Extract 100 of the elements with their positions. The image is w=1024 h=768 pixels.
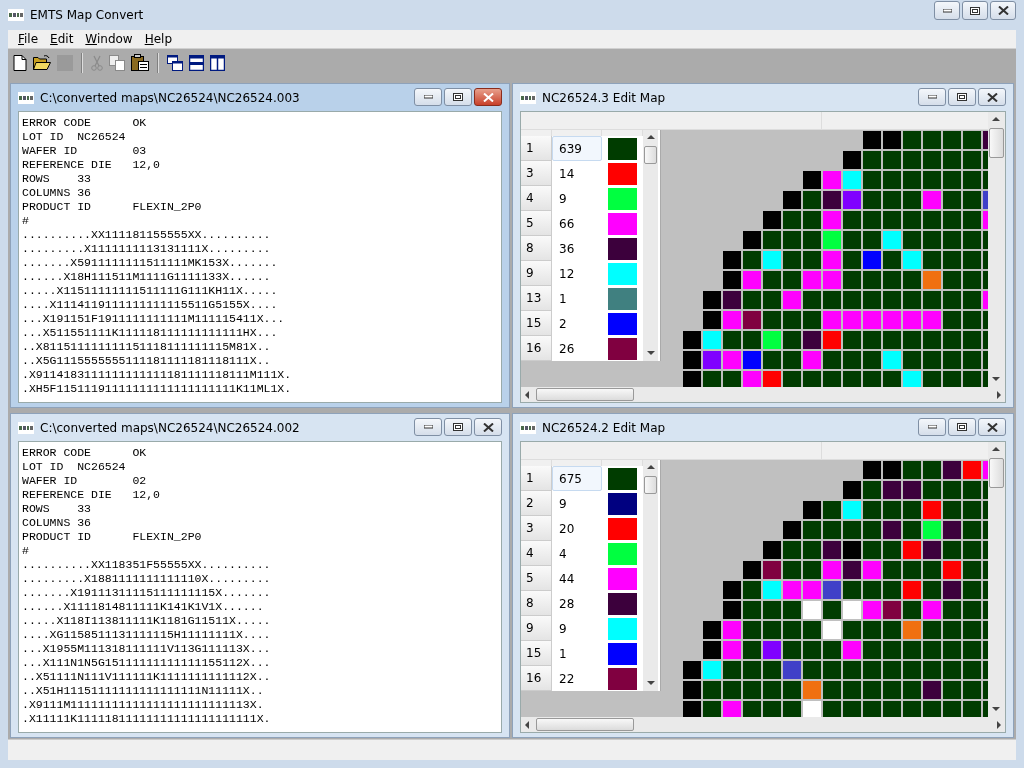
die-cell[interactable]: [963, 131, 981, 149]
close-button[interactable]: [474, 88, 502, 106]
die-cell[interactable]: [903, 211, 921, 229]
die-cell[interactable]: [963, 481, 981, 499]
die-cell[interactable]: [823, 191, 841, 209]
die-cell[interactable]: [863, 641, 881, 659]
die-cell[interactable]: [823, 621, 841, 639]
tile-horizontal-icon[interactable]: [189, 54, 204, 71]
die-cell[interactable]: [883, 681, 901, 699]
die-cell[interactable]: [763, 681, 781, 699]
die-cell[interactable]: [923, 291, 941, 309]
vertical-scrollbar[interactable]: [643, 460, 658, 691]
die-cell[interactable]: [943, 331, 961, 349]
die-cell[interactable]: [963, 251, 981, 269]
die-cell[interactable]: [843, 311, 861, 329]
die-cell[interactable]: [843, 171, 861, 189]
die-cell[interactable]: [743, 371, 761, 387]
die-cell[interactable]: [803, 661, 821, 679]
bin-count[interactable]: 1: [552, 286, 602, 311]
die-cell[interactable]: [823, 601, 841, 619]
die-cell[interactable]: [843, 501, 861, 519]
die-cell[interactable]: [923, 461, 941, 479]
die-cell[interactable]: [823, 311, 841, 329]
die-cell[interactable]: [743, 681, 761, 699]
die-cell[interactable]: [963, 701, 981, 717]
bin-count[interactable]: 675: [552, 466, 602, 491]
die-cell[interactable]: [823, 251, 841, 269]
die-cell[interactable]: [783, 291, 801, 309]
die-cell[interactable]: [923, 251, 941, 269]
die-cell[interactable]: [943, 291, 961, 309]
die-cell[interactable]: [883, 311, 901, 329]
die-cell[interactable]: [783, 561, 801, 579]
die-cell[interactable]: [683, 371, 701, 387]
die-cell[interactable]: [943, 661, 961, 679]
die-cell[interactable]: [723, 621, 741, 639]
die-cell[interactable]: [683, 351, 701, 369]
die-cell[interactable]: [843, 561, 861, 579]
maximize-button[interactable]: [962, 1, 988, 20]
die-cell[interactable]: [723, 331, 741, 349]
die-cell[interactable]: [863, 701, 881, 717]
die-cell[interactable]: [743, 351, 761, 369]
die-cell[interactable]: [783, 621, 801, 639]
die-cell[interactable]: [943, 371, 961, 387]
close-button[interactable]: [978, 418, 1006, 436]
die-cell[interactable]: [883, 561, 901, 579]
die-cell[interactable]: [863, 131, 881, 149]
die-cell[interactable]: [903, 561, 921, 579]
bin-count[interactable]: 22: [552, 666, 602, 691]
die-cell[interactable]: [943, 251, 961, 269]
die-cell[interactable]: [923, 151, 941, 169]
die-cell[interactable]: [923, 211, 941, 229]
die-cell[interactable]: [963, 621, 981, 639]
die-cell[interactable]: [943, 581, 961, 599]
die-cell[interactable]: [803, 231, 821, 249]
die-cell[interactable]: [803, 211, 821, 229]
die-cell[interactable]: [743, 271, 761, 289]
die-cell[interactable]: [823, 331, 841, 349]
tile-vertical-icon[interactable]: [210, 54, 225, 71]
die-cell[interactable]: [863, 501, 881, 519]
die-cell[interactable]: [903, 501, 921, 519]
die-cell[interactable]: [883, 351, 901, 369]
die-cell[interactable]: [903, 331, 921, 349]
die-cell[interactable]: [803, 371, 821, 387]
die-cell[interactable]: [703, 331, 721, 349]
die-cell[interactable]: [883, 501, 901, 519]
bin-count[interactable]: 36: [552, 236, 602, 261]
die-cell[interactable]: [863, 331, 881, 349]
die-cell[interactable]: [743, 661, 761, 679]
die-cell[interactable]: [843, 191, 861, 209]
die-cell[interactable]: [743, 311, 761, 329]
die-cell[interactable]: [863, 681, 881, 699]
die-cell[interactable]: [763, 211, 781, 229]
die-cell[interactable]: [823, 641, 841, 659]
die-cell[interactable]: [843, 371, 861, 387]
die-cell[interactable]: [823, 661, 841, 679]
die-cell[interactable]: [923, 661, 941, 679]
die-cell[interactable]: [843, 601, 861, 619]
die-cell[interactable]: [763, 701, 781, 717]
die-cell[interactable]: [903, 661, 921, 679]
die-cell[interactable]: [883, 541, 901, 559]
maximize-button[interactable]: [444, 418, 472, 436]
bin-count[interactable]: 9: [552, 491, 602, 516]
die-cell[interactable]: [943, 521, 961, 539]
die-cell[interactable]: [923, 131, 941, 149]
die-cell[interactable]: [963, 211, 981, 229]
die-cell[interactable]: [863, 371, 881, 387]
die-cell[interactable]: [783, 191, 801, 209]
die-cell[interactable]: [703, 621, 721, 639]
die-cell[interactable]: [783, 661, 801, 679]
die-cell[interactable]: [903, 271, 921, 289]
die-cell[interactable]: [803, 271, 821, 289]
die-cell[interactable]: [823, 521, 841, 539]
die-cell[interactable]: [843, 251, 861, 269]
die-cell[interactable]: [843, 521, 861, 539]
die-cell[interactable]: [803, 251, 821, 269]
die-cell[interactable]: [783, 331, 801, 349]
die-cell[interactable]: [863, 661, 881, 679]
die-cell[interactable]: [863, 541, 881, 559]
die-cell[interactable]: [963, 541, 981, 559]
die-cell[interactable]: [883, 271, 901, 289]
